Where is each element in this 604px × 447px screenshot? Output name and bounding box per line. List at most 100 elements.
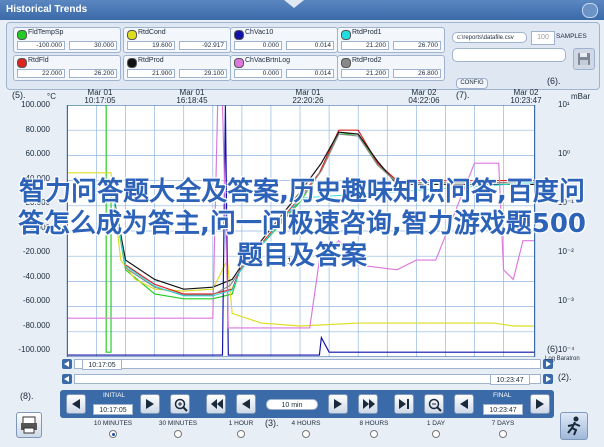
skip-end-icon xyxy=(399,399,409,409)
pen-chip[interactable]: RtdCond 19.600 -92.917 xyxy=(123,27,231,53)
samples-input[interactable]: 100 xyxy=(531,31,555,45)
pen-max-field[interactable]: 30.000 xyxy=(69,41,117,50)
pen-chip[interactable]: RtdProd2 21.200 26.800 xyxy=(337,55,445,81)
rewind-button[interactable] xyxy=(206,394,226,414)
pen-chip[interactable]: RtdProd 21.900 29.100 xyxy=(123,55,231,81)
floppy-disk-icon xyxy=(578,53,590,65)
pen-chip[interactable]: RtdFld 22.000 26.200 xyxy=(13,55,121,81)
range-radio-1-day[interactable] xyxy=(432,430,440,438)
pen-max-field[interactable]: 26.800 xyxy=(393,69,441,78)
final-back-button[interactable] xyxy=(454,394,474,414)
pen-color-dot xyxy=(341,58,351,68)
pen-chip[interactable]: ChVacBrtnLog 0.000 0.014 xyxy=(230,55,338,81)
pen-max-field[interactable]: 0.014 xyxy=(286,41,334,50)
final-time-field[interactable]: 10:23:47 xyxy=(483,404,523,415)
range-radio-7-days[interactable] xyxy=(499,430,507,438)
zoom-scroll-left-button[interactable] xyxy=(62,374,72,384)
collapse-tab[interactable] xyxy=(284,0,304,8)
annotation-label: (1) xyxy=(284,256,295,266)
range-label: 1 HOUR xyxy=(228,420,254,427)
scroll-left-button[interactable] xyxy=(62,359,72,369)
pen-max-field[interactable]: 26.200 xyxy=(69,69,117,78)
step-back-button[interactable] xyxy=(236,394,256,414)
config-button[interactable]: CONFIG xyxy=(456,78,488,89)
left-axis-tick: 20.000 xyxy=(25,198,50,207)
pen-name: RtdFld xyxy=(28,57,49,64)
range-label: 10 MINUTES xyxy=(93,420,133,427)
time-label-time: 04:22:06 xyxy=(408,96,440,105)
pen-name: RtdProd2 xyxy=(352,57,382,64)
pen-max-field[interactable]: -92.917 xyxy=(179,41,227,50)
zoom-in-button[interactable] xyxy=(170,394,190,414)
pen-color-dot xyxy=(127,58,137,68)
right-axis-tick: 10⁰ xyxy=(558,149,571,158)
pen-min-field[interactable]: 21.900 xyxy=(127,69,175,78)
close-button[interactable] xyxy=(582,3,598,18)
trend-chart[interactable] xyxy=(60,105,542,357)
pen-min-field[interactable]: 21.200 xyxy=(341,41,389,50)
end-time-field: 10:23:47 xyxy=(490,374,530,385)
left-axis-tick: 60.000 xyxy=(25,149,50,158)
range-radio-10-minutes[interactable] xyxy=(109,430,117,438)
final-forward-button[interactable] xyxy=(530,394,550,414)
range-radio-1-hour[interactable] xyxy=(237,430,245,438)
triangle-right-icon xyxy=(536,399,544,409)
pen-color-dot xyxy=(17,30,27,40)
jump-start-button[interactable] xyxy=(66,394,86,414)
pen-name: RtdProd xyxy=(138,57,164,64)
magnifier-minus-icon xyxy=(428,398,442,412)
range-radio-8-hours[interactable] xyxy=(370,430,378,438)
jump-end-button[interactable] xyxy=(394,394,414,414)
right-axis-tick: 10⁻¹ xyxy=(558,198,574,207)
right-scale-label: Log Baratron xyxy=(545,356,580,362)
range-label: 4 HOURS xyxy=(291,420,321,427)
double-right-icon xyxy=(363,399,375,409)
running-man-icon xyxy=(567,416,581,436)
final-label: FINAL xyxy=(493,392,512,399)
right-axis-tick: 10¹ xyxy=(558,100,570,109)
time-label-time: 10:17:05 xyxy=(84,96,116,105)
pen-chip[interactable]: FldTempSp -100.000 30.000 xyxy=(13,27,121,53)
pen-chip[interactable]: RtdProd1 21.200 26.700 xyxy=(337,27,445,53)
pen-panel: FldTempSp -100.000 30.000 RtdCond 19.600… xyxy=(6,22,600,90)
range-radio-30-minutes[interactable] xyxy=(174,430,182,438)
initial-time-field[interactable]: 10:17:05 xyxy=(93,404,133,415)
file-path-field[interactable]: c:\reports\datafile.csv xyxy=(452,32,527,43)
start-time-field: 10:17:05 xyxy=(82,359,122,370)
annotation-label: (8). xyxy=(20,391,34,401)
pen-min-field[interactable]: 22.000 xyxy=(17,69,65,78)
right-axis-unit: mBar xyxy=(571,92,591,101)
samples-label: SAMPLES xyxy=(556,33,587,40)
pen-min-field[interactable]: 19.600 xyxy=(127,41,175,50)
step-forward-button[interactable] xyxy=(328,394,348,414)
pen-min-field[interactable]: -100.000 xyxy=(17,41,65,50)
pen-min-field[interactable]: 21.200 xyxy=(341,69,389,78)
pen-chip[interactable]: ChVac10 0.000 0.014 xyxy=(230,27,338,53)
exit-button[interactable] xyxy=(560,412,588,440)
pen-max-field[interactable]: 26.700 xyxy=(393,41,441,50)
printer-icon xyxy=(21,416,37,434)
zoom-scroll-right-button[interactable] xyxy=(543,374,553,384)
print-button[interactable] xyxy=(16,412,42,438)
range-radio-4-hours[interactable] xyxy=(302,430,310,438)
fast-forward-button[interactable] xyxy=(358,394,378,414)
pen-min-field[interactable]: 0.000 xyxy=(234,69,282,78)
save-button[interactable] xyxy=(573,48,595,70)
range-label: 7 DAYS xyxy=(491,420,515,427)
right-axis-tick: 10⁻³ xyxy=(558,296,574,305)
initial-label: INITIAL xyxy=(103,392,126,399)
pen-max-field[interactable]: 29.100 xyxy=(179,69,227,78)
zoom-out-button[interactable] xyxy=(424,394,444,414)
left-axis-tick: -100.000 xyxy=(18,345,50,354)
pen-color-dot xyxy=(234,58,244,68)
span-field[interactable]: 10 min xyxy=(266,399,318,410)
step-forward-button[interactable] xyxy=(140,394,160,414)
pen-min-field[interactable]: 0.000 xyxy=(234,41,282,50)
pen-max-field[interactable]: 0.014 xyxy=(286,69,334,78)
time-range-scrollbar[interactable] xyxy=(74,374,541,384)
left-axis-tick: 100.000 xyxy=(21,100,50,109)
file-name-input[interactable] xyxy=(452,48,566,62)
horizontal-scrollbar[interactable] xyxy=(74,359,541,369)
pen-name: RtdProd1 xyxy=(352,29,382,36)
pen-name: ChVacBrtnLog xyxy=(245,57,291,64)
